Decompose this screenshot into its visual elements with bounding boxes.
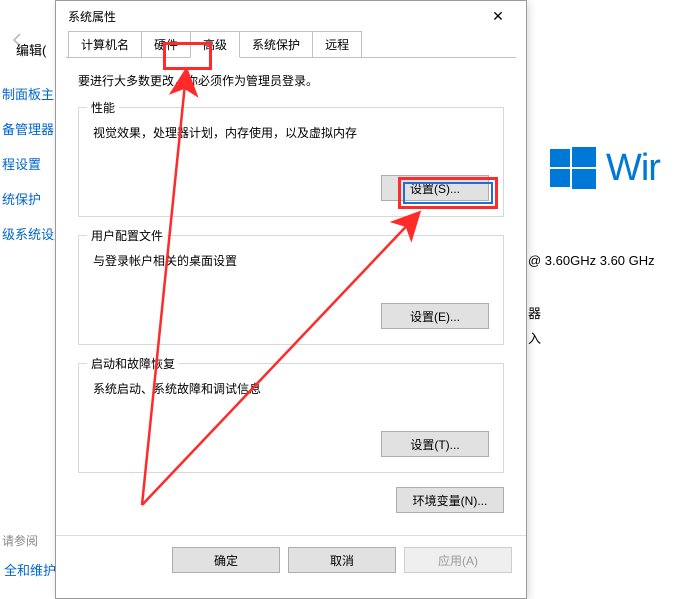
group-desc: 视觉效果，处理器计划，内存使用，以及虚拟内存 — [93, 124, 489, 141]
control-panel-sidebar: 编辑( 制面板主页 备管理器 程设置 统保护 级系统设置 请参阅 全和维护 — [0, 60, 55, 251]
group-legend: 性能 — [87, 99, 119, 116]
group-legend: 启动和故障恢复 — [87, 355, 179, 372]
memory-text: 器 — [528, 303, 541, 322]
performance-settings-button[interactable]: 设置(S)... — [381, 175, 489, 201]
group-startup: 启动和故障恢复 系统启动、系统故障和调试信息 设置(T)... — [78, 363, 504, 473]
sidebar-item[interactable]: 统保护 — [0, 181, 56, 216]
group-performance: 性能 视觉效果，处理器计划，内存使用，以及虚拟内存 设置(S)... — [78, 107, 504, 217]
see-also-heading: 请参阅 — [2, 532, 38, 549]
system-properties-dialog: 系统属性 ✕ 计算机名 硬件 高级 系统保护 远程 要进行大多数更改，你必须作为… — [55, 0, 527, 599]
tab-hardware[interactable]: 硬件 — [141, 31, 191, 57]
group-desc: 系统启动、系统故障和调试信息 — [93, 380, 489, 397]
sidebar-item[interactable]: 制面板主页 — [0, 60, 56, 111]
group-desc: 与登录帐户相关的桌面设置 — [93, 252, 489, 269]
windows-logo-block: Wir — [550, 145, 660, 191]
tab-advanced[interactable]: 高级 — [190, 31, 240, 58]
cancel-button[interactable]: 取消 — [288, 547, 396, 573]
tab-computername[interactable]: 计算机名 — [68, 31, 142, 57]
system-info-pane: Wir @ 3.60GHz 3.60 GHz 器 入 — [528, 0, 685, 599]
dialog-tabbar: 计算机名 硬件 高级 系统保护 远程 — [56, 31, 526, 57]
pen-touch-text: 入 — [528, 328, 541, 347]
admin-note: 要进行大多数更改，你必须作为管理员登录。 — [78, 72, 504, 89]
windows-wordmark: Wir — [606, 147, 660, 190]
sidebar-item[interactable]: 级系统设置 — [0, 216, 56, 251]
see-also-item[interactable]: 全和维护 — [2, 552, 58, 587]
group-userprofile: 用户配置文件 与登录帐户相关的桌面设置 设置(E)... — [78, 235, 504, 345]
startup-settings-button[interactable]: 设置(T)... — [381, 431, 489, 457]
dialog-title: 系统属性 — [64, 8, 478, 25]
windows-logo-icon — [550, 145, 596, 191]
sidebar-item[interactable]: 备管理器 — [0, 111, 56, 146]
tab-remote[interactable]: 远程 — [312, 31, 362, 57]
sidebar-item[interactable]: 程设置 — [0, 146, 56, 181]
dialog-footer: 确定 取消 应用(A) — [56, 535, 526, 584]
edit-menu[interactable]: 编辑( — [16, 40, 46, 59]
tab-systemprotection[interactable]: 系统保护 — [239, 31, 313, 57]
group-legend: 用户配置文件 — [87, 227, 167, 244]
cpu-speed-text: @ 3.60GHz 3.60 GHz — [528, 253, 655, 268]
apply-button: 应用(A) — [404, 547, 512, 573]
close-button[interactable]: ✕ — [478, 1, 518, 31]
userprofile-settings-button[interactable]: 设置(E)... — [381, 303, 489, 329]
environment-variables-button[interactable]: 环境变量(N)... — [396, 487, 504, 513]
ok-button[interactable]: 确定 — [172, 547, 280, 573]
dialog-titlebar: 系统属性 ✕ — [56, 1, 526, 31]
